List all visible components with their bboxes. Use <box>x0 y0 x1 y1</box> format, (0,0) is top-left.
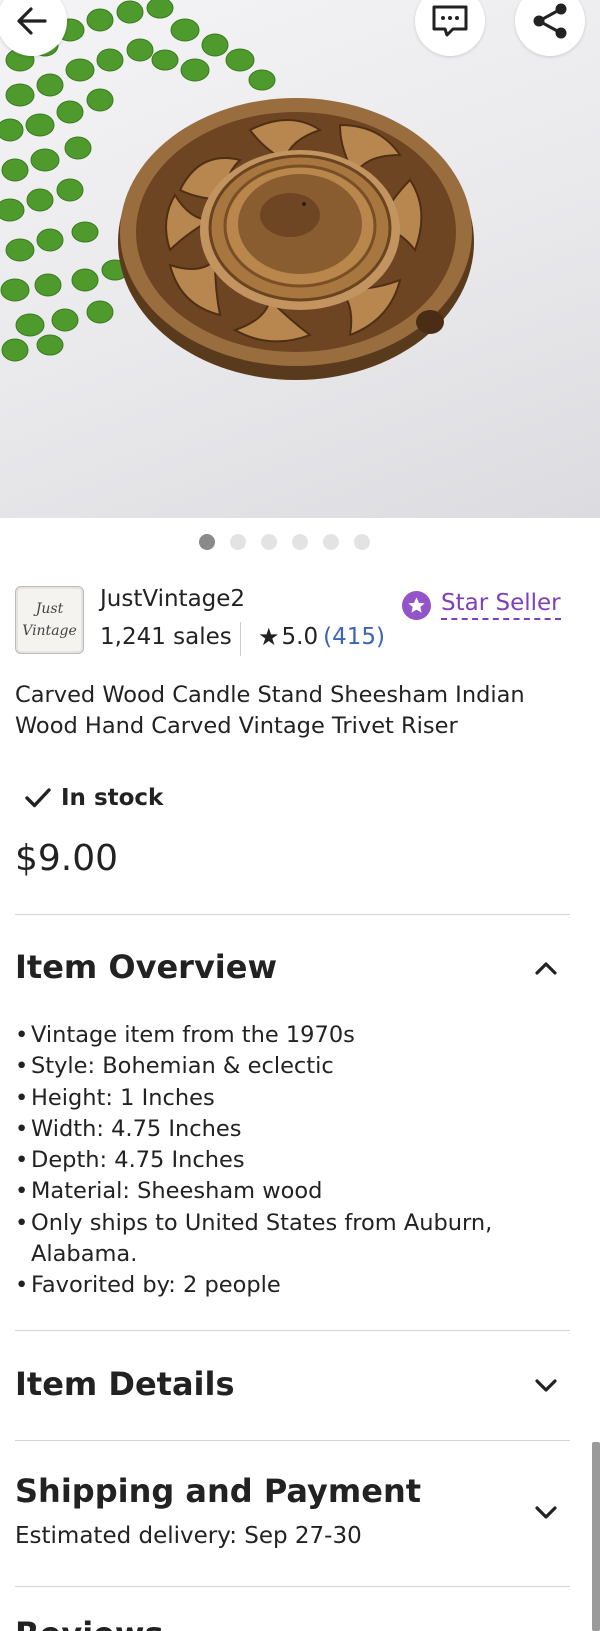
carousel-dot[interactable] <box>323 534 339 550</box>
carousel-dot[interactable] <box>261 534 277 550</box>
sales-count: 1,241 sales <box>100 624 232 650</box>
item-details-header[interactable]: Item Details <box>15 1365 235 1403</box>
shop-logo[interactable]: Just Vintage <box>15 586 84 654</box>
checkmark-icon <box>25 788 51 808</box>
item-overview-list: Vintage item from the 1970s Style: Bohem… <box>15 1020 575 1302</box>
share-icon <box>533 3 567 39</box>
item-overview-header[interactable]: Item Overview <box>15 948 277 986</box>
divider <box>15 1330 570 1331</box>
scrollbar[interactable] <box>592 1442 600 1631</box>
chevron-down-icon[interactable] <box>535 1379 557 1393</box>
estimated-delivery: Estimated delivery: Sep 27-30 <box>15 1523 362 1549</box>
rating-score: 5.0 <box>281 624 319 650</box>
carousel-dot[interactable] <box>292 534 308 550</box>
shop-logo-line1: Just <box>35 601 64 617</box>
shop-rating[interactable]: ★ 5.0 (415) <box>258 624 385 650</box>
stock-label: In stock <box>61 785 164 811</box>
list-item: Width: 4.75 Inches <box>15 1114 575 1146</box>
list-item: Material: Sheesham wood <box>15 1176 575 1208</box>
shop-logo-line2: Vintage <box>22 623 77 639</box>
carousel-dot[interactable] <box>230 534 246 550</box>
review-count[interactable]: (415) <box>323 624 385 650</box>
arrow-left-icon <box>17 7 47 35</box>
list-item: Height: 1 Inches <box>15 1083 575 1115</box>
price: $9.00 <box>15 838 119 879</box>
list-item: Style: Bohemian & eclectic <box>15 1051 575 1083</box>
divider <box>15 1586 570 1587</box>
list-item: Only ships to United States from Auburn,… <box>15 1208 575 1271</box>
chevron-up-icon[interactable] <box>535 961 557 975</box>
chevron-down-icon[interactable] <box>535 1506 557 1520</box>
product-image[interactable] <box>0 0 600 518</box>
stock-status: In stock <box>25 785 163 811</box>
shop-name[interactable]: JustVintage2 <box>100 586 245 612</box>
star-seller-label[interactable]: Star Seller <box>441 590 561 620</box>
star-seller-icon <box>402 590 431 620</box>
shipping-payment-header[interactable]: Shipping and Payment <box>15 1472 421 1510</box>
reviews-header[interactable]: Reviews <box>15 1615 163 1631</box>
star-seller-badge[interactable]: Star Seller <box>402 590 561 620</box>
carousel-dot[interactable] <box>354 534 370 550</box>
carousel-dot[interactable] <box>199 534 215 550</box>
list-item: Favorited by: 2 people <box>15 1270 575 1302</box>
list-item: Depth: 4.75 Inches <box>15 1145 575 1177</box>
listing-title: Carved Wood Candle Stand Sheesham Indian… <box>15 682 525 739</box>
message-icon <box>432 5 468 37</box>
product-photo <box>0 0 474 380</box>
divider <box>15 1440 570 1441</box>
list-item: Vintage item from the 1970s <box>15 1020 575 1052</box>
star-icon: ★ <box>258 623 280 651</box>
divider <box>240 622 241 656</box>
divider <box>15 914 570 915</box>
image-carousel-indicator <box>199 534 370 550</box>
